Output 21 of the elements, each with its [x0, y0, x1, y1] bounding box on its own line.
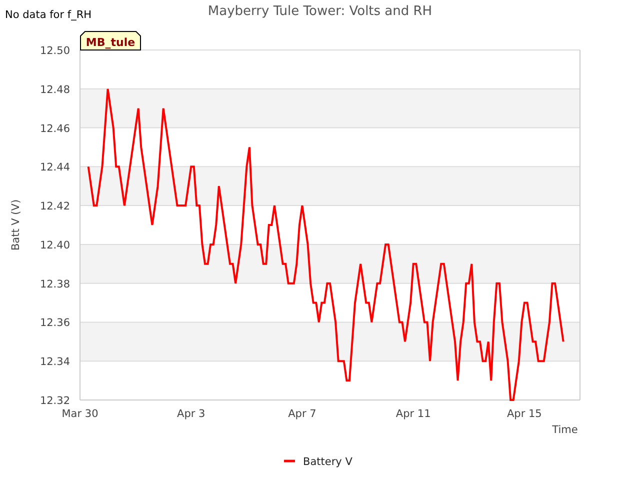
x-tick-label: Apr 7: [288, 408, 316, 420]
no-data-note: No data for f_RH: [5, 9, 92, 21]
y-tick-label: 12.38: [40, 278, 70, 290]
x-tick-label: Apr 15: [507, 408, 542, 420]
y-tick-label: 12.48: [40, 84, 70, 96]
chart-title: Mayberry Tule Tower: Volts and RH: [208, 4, 432, 19]
y-tick-label: 12.46: [40, 122, 70, 135]
y-tick-label: 12.34: [40, 356, 70, 368]
y-tick-label: 12.44: [40, 162, 70, 174]
x-tick-label: Mar 30: [62, 408, 98, 420]
x-tick-label: Apr 11: [396, 408, 431, 420]
y-tick-label: 12.32: [40, 395, 70, 407]
y-tick-label: 12.42: [40, 200, 70, 213]
station-tag: MB_tule: [80, 31, 141, 50]
y-tick-label: 12.36: [40, 317, 70, 330]
y-tick-label: 12.50: [40, 45, 70, 57]
x-tick-label: Apr 3: [177, 408, 206, 420]
legend-label: Battery V: [303, 456, 352, 468]
x-axis-label: Time: [552, 424, 578, 436]
y-axis-label: Batt V (V): [10, 199, 22, 251]
y-tick-label: 12.40: [40, 239, 70, 252]
